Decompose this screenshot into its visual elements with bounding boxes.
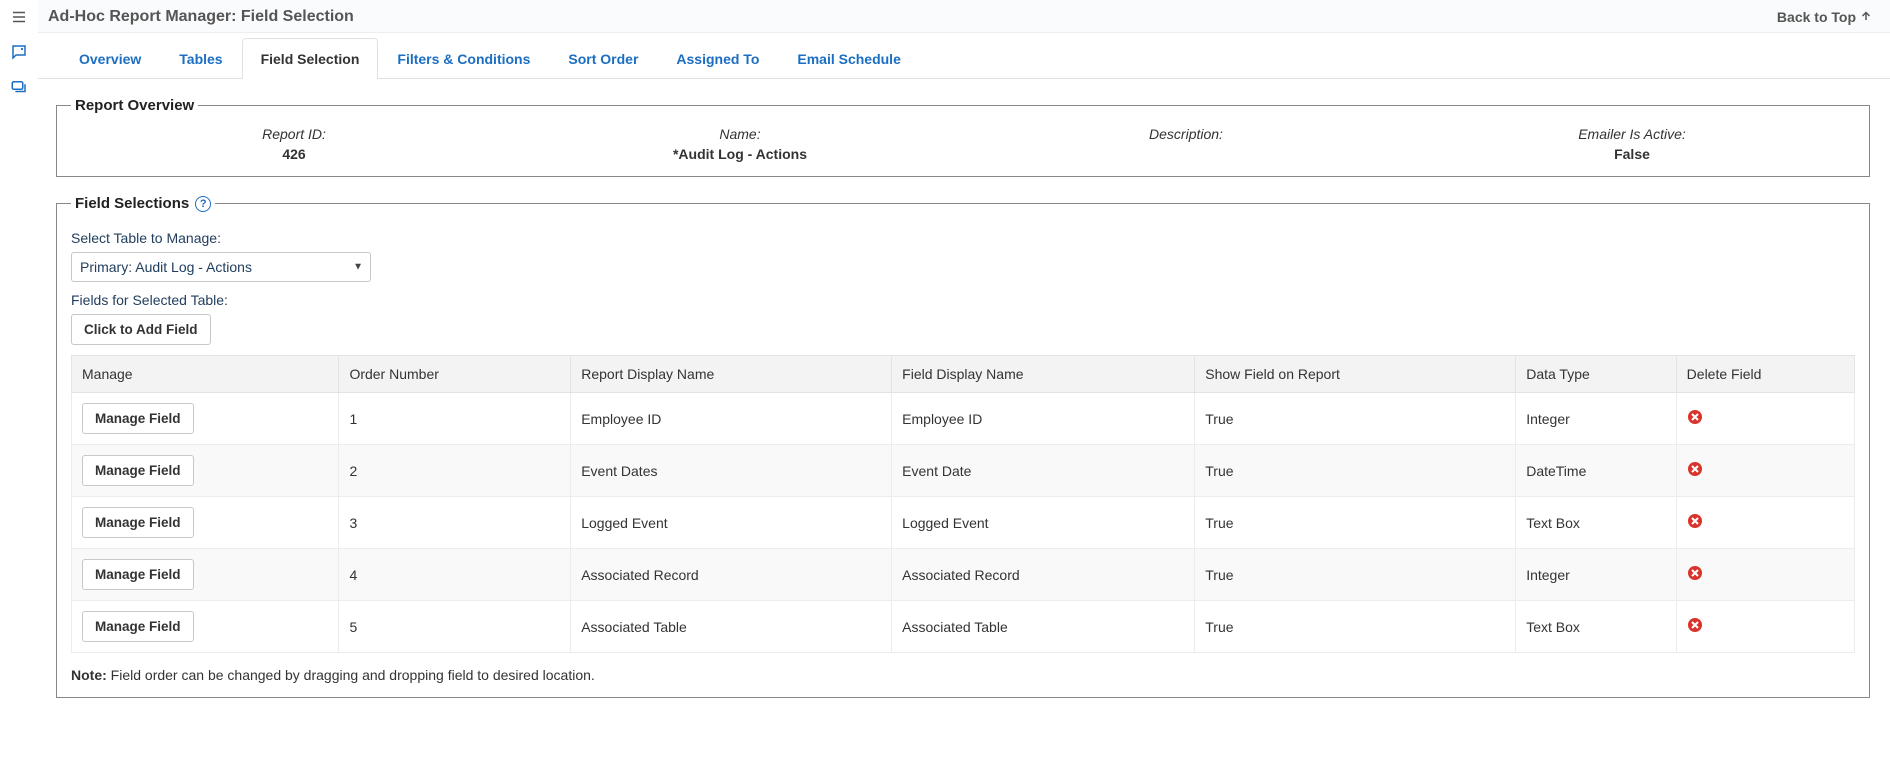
link-icon[interactable] (10, 78, 28, 99)
delete-icon[interactable] (1687, 464, 1703, 480)
select-table-label: Select Table to Manage: (71, 230, 1855, 246)
arrow-up-icon (1860, 9, 1872, 25)
tab-email-schedule[interactable]: Email Schedule (778, 38, 919, 79)
cell-report-name: Employee ID (571, 393, 892, 445)
col-report-name: Report Display Name (571, 356, 892, 393)
cell-order: 3 (339, 497, 571, 549)
cell-order: 4 (339, 549, 571, 601)
help-icon[interactable]: ? (195, 196, 211, 212)
delete-icon[interactable] (1687, 412, 1703, 428)
emailer-value: False (1409, 146, 1855, 162)
topbar: Ad-Hoc Report Manager: Field Selection B… (38, 0, 1890, 33)
cell-type: Text Box (1516, 601, 1676, 653)
cell-report-name: Logged Event (571, 497, 892, 549)
col-field-name: Field Display Name (892, 356, 1195, 393)
name-value: *Audit Log - Actions (517, 146, 963, 162)
field-selections-fieldset: Field Selections ? Select Table to Manag… (56, 195, 1870, 698)
cell-type: Text Box (1516, 497, 1676, 549)
col-manage: Manage (72, 356, 339, 393)
back-to-top-label: Back to Top (1777, 9, 1856, 25)
left-rail (0, 0, 38, 771)
add-field-button[interactable]: Click to Add Field (71, 314, 211, 345)
note-prefix: Note: (71, 667, 107, 683)
note-text: Field order can be changed by dragging a… (107, 667, 595, 683)
cell-show: True (1195, 393, 1516, 445)
report-id-label: Report ID: (71, 126, 517, 142)
table-row[interactable]: Manage Field1Employee IDEmployee IDTrueI… (72, 393, 1855, 445)
delete-icon[interactable] (1687, 620, 1703, 636)
note: Note: Field order can be changed by drag… (71, 667, 1855, 683)
manage-field-button[interactable]: Manage Field (82, 559, 194, 590)
manage-field-button[interactable]: Manage Field (82, 611, 194, 642)
cell-field-name: Employee ID (892, 393, 1195, 445)
col-type: Data Type (1516, 356, 1676, 393)
table-row[interactable]: Manage Field3Logged EventLogged EventTru… (72, 497, 1855, 549)
cell-type: Integer (1516, 393, 1676, 445)
report-id-value: 426 (71, 146, 517, 162)
tab-sort-order[interactable]: Sort Order (549, 38, 657, 79)
menu-icon[interactable] (10, 8, 28, 29)
description-label: Description: (963, 126, 1409, 142)
manage-field-button[interactable]: Manage Field (82, 403, 194, 434)
back-to-top-link[interactable]: Back to Top (1777, 9, 1872, 25)
fields-for-table-label: Fields for Selected Table: (71, 292, 1855, 308)
report-overview-legend: Report Overview (71, 97, 198, 114)
cell-type: DateTime (1516, 445, 1676, 497)
cell-field-name: Logged Event (892, 497, 1195, 549)
tab-bar: OverviewTablesField SelectionFilters & C… (38, 37, 1890, 79)
cell-field-name: Event Date (892, 445, 1195, 497)
cell-report-name: Event Dates (571, 445, 892, 497)
cell-type: Integer (1516, 549, 1676, 601)
tab-overview[interactable]: Overview (60, 38, 160, 79)
cell-field-name: Associated Record (892, 549, 1195, 601)
cell-order: 2 (339, 445, 571, 497)
manage-field-button[interactable]: Manage Field (82, 455, 194, 486)
cell-report-name: Associated Record (571, 549, 892, 601)
col-show: Show Field on Report (1195, 356, 1516, 393)
delete-icon[interactable] (1687, 516, 1703, 532)
table-row[interactable]: Manage Field5Associated TableAssociated … (72, 601, 1855, 653)
select-table-dropdown[interactable]: Primary: Audit Log - Actions (71, 252, 371, 282)
page-title: Ad-Hoc Report Manager: Field Selection (48, 8, 354, 26)
cell-order: 5 (339, 601, 571, 653)
report-overview-fieldset: Report Overview Report ID: 426 Name: *Au… (56, 97, 1870, 177)
delete-icon[interactable] (1687, 568, 1703, 584)
table-row[interactable]: Manage Field4Associated RecordAssociated… (72, 549, 1855, 601)
cell-report-name: Associated Table (571, 601, 892, 653)
manage-field-button[interactable]: Manage Field (82, 507, 194, 538)
cell-show: True (1195, 497, 1516, 549)
cell-field-name: Associated Table (892, 601, 1195, 653)
tab-tables[interactable]: Tables (160, 38, 241, 79)
chat-icon[interactable] (10, 43, 28, 64)
field-selections-legend: Field Selections (75, 195, 189, 212)
fields-table: Manage Order Number Report Display Name … (71, 355, 1855, 653)
name-label: Name: (517, 126, 963, 142)
col-delete: Delete Field (1676, 356, 1854, 393)
cell-show: True (1195, 445, 1516, 497)
table-row[interactable]: Manage Field 2Event DatesEvent DateTrueDa… (72, 445, 1855, 497)
tab-filters-conditions[interactable]: Filters & Conditions (378, 38, 549, 79)
tab-assigned-to[interactable]: Assigned To (657, 38, 778, 79)
cell-order: 1 (339, 393, 571, 445)
col-order: Order Number (339, 356, 571, 393)
cell-show: True (1195, 549, 1516, 601)
cell-show: True (1195, 601, 1516, 653)
emailer-label: Emailer Is Active: (1409, 126, 1855, 142)
tab-field-selection[interactable]: Field Selection (242, 38, 379, 79)
